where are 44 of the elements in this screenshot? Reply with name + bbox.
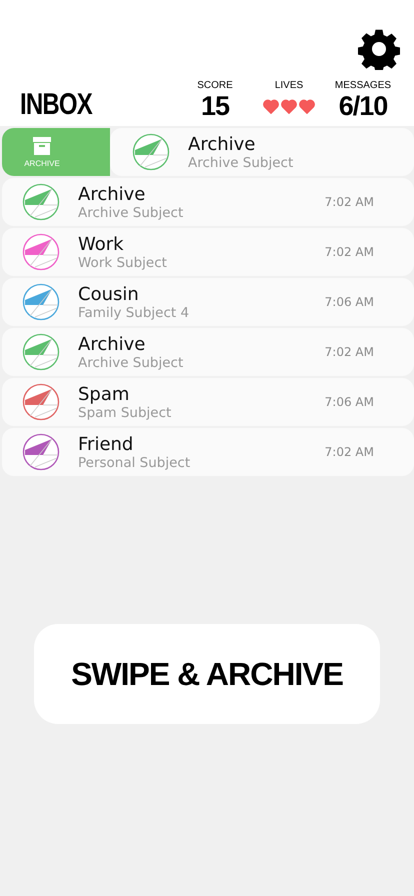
email-subject: Archive Subject bbox=[78, 204, 184, 220]
email-row[interactable]: Archive Archive Subject bbox=[110, 128, 414, 176]
archive-label: ARCHIVE bbox=[24, 159, 60, 168]
sender-name: Archive bbox=[78, 334, 146, 354]
email-row[interactable]: Friend Personal Subject 7:02 AM bbox=[2, 428, 414, 476]
inbox-title: INBOX bbox=[20, 88, 94, 122]
email-time: 7:02 AM bbox=[324, 345, 374, 359]
envelope-icon bbox=[22, 383, 60, 421]
score-label: SCORE bbox=[197, 80, 233, 91]
envelope-icon bbox=[22, 283, 60, 321]
email-row[interactable]: Work Work Subject 7:02 AM bbox=[2, 228, 414, 276]
email-subject: Work Subject bbox=[78, 254, 168, 270]
email-row[interactable]: Spam Spam Subject 7:06 AM bbox=[2, 378, 414, 426]
envelope-icon bbox=[22, 333, 60, 371]
sender-name: Friend bbox=[78, 434, 134, 454]
email-row[interactable]: Archive Archive Subject 7:02 AM bbox=[2, 328, 414, 376]
email-time: 7:02 AM bbox=[324, 195, 374, 209]
email-subject: Spam Subject bbox=[78, 404, 172, 420]
email-row[interactable]: Cousin Family Subject 4 7:06 AM bbox=[2, 278, 414, 326]
score-value: 15 bbox=[200, 91, 230, 122]
envelope-icon bbox=[22, 233, 60, 271]
email-time: 7:02 AM bbox=[324, 245, 374, 259]
email-time: 7:06 AM bbox=[324, 395, 374, 409]
envelope-icon bbox=[22, 183, 60, 221]
sender-name: Work bbox=[78, 234, 125, 254]
swipe-archive-button[interactable]: SWIPE & ARCHIVE bbox=[34, 624, 380, 724]
email-time: 7:06 AM bbox=[324, 295, 374, 309]
sender-name: Cousin bbox=[78, 284, 140, 304]
settings-icon[interactable] bbox=[358, 28, 400, 70]
sender-name: Archive bbox=[78, 184, 146, 204]
email-row[interactable]: Archive Archive Subject 7:02 AM bbox=[2, 178, 414, 226]
email-subject: Archive Subject bbox=[188, 154, 294, 170]
email-time: 7:02 AM bbox=[324, 445, 374, 459]
envelope-icon bbox=[132, 133, 170, 171]
envelope-icon bbox=[22, 433, 60, 471]
lives-label: LIVES bbox=[274, 80, 304, 91]
email-subject: Personal Subject bbox=[78, 454, 192, 470]
messages-label: MESSAGES bbox=[334, 80, 392, 91]
email-subject: Family Subject 4 bbox=[78, 304, 190, 320]
box-icon bbox=[32, 136, 52, 156]
sender-name: Archive bbox=[188, 134, 256, 154]
email-subject: Archive Subject bbox=[78, 354, 184, 370]
sender-name: Spam bbox=[78, 384, 130, 404]
messages-value: 6/10 bbox=[338, 91, 388, 122]
